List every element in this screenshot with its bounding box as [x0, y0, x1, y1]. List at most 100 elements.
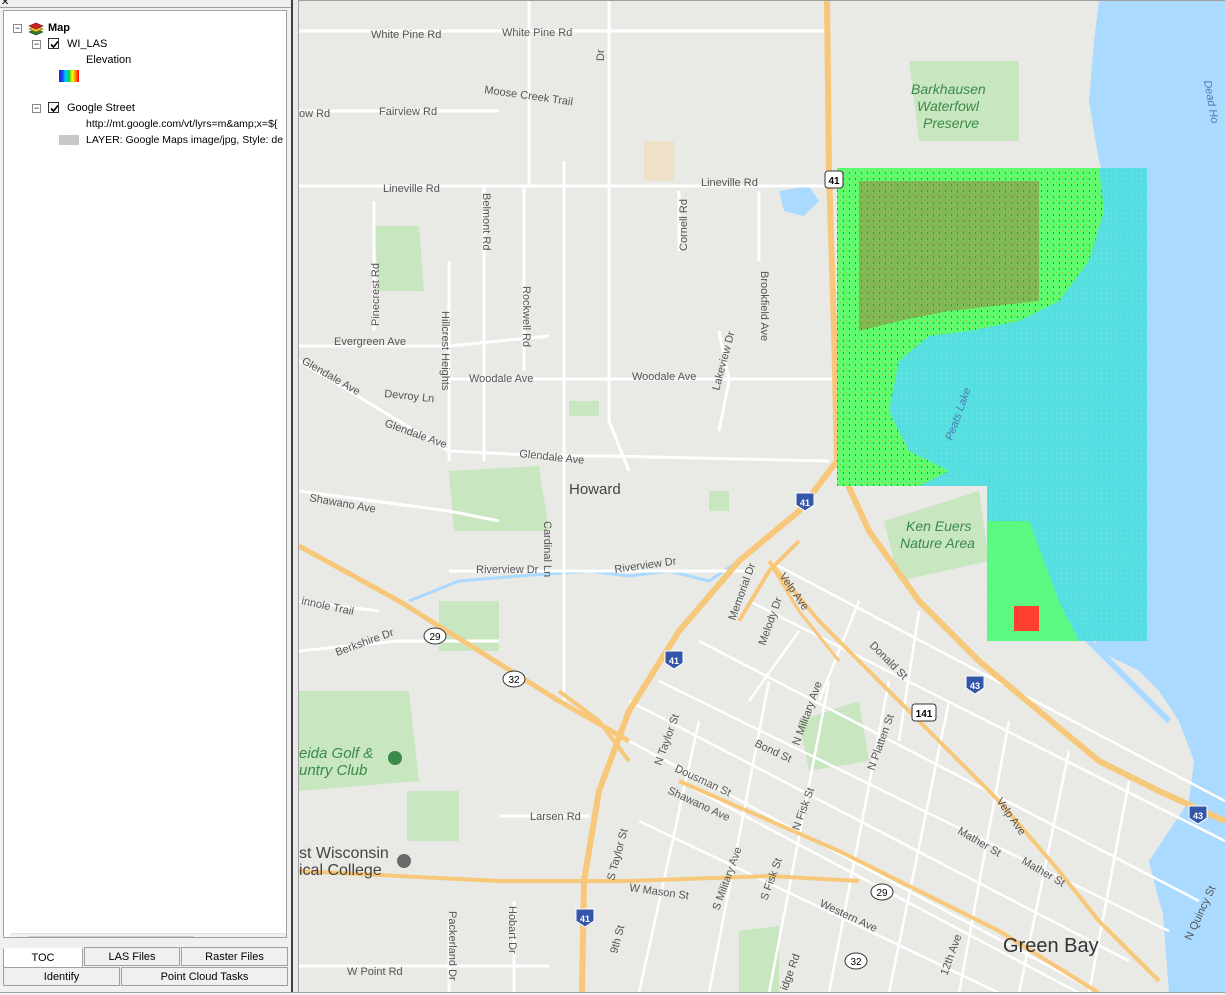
collapse-icon[interactable]: − — [13, 24, 22, 33]
park-label: Ken Euers — [906, 518, 971, 534]
scroll-right-icon[interactable]: › — [274, 934, 286, 937]
tab-point-cloud-tasks[interactable]: Point Cloud Tasks — [121, 967, 288, 986]
tab-identify[interactable]: Identify — [3, 967, 120, 986]
state-shield: 29 — [870, 883, 894, 901]
park-area — [739, 926, 779, 992]
street-label: Packerland Dr — [446, 911, 458, 981]
layer-url: http://mt.google.com/vt/lyrs=m&amp;x=${ — [86, 118, 278, 130]
svg-text:43: 43 — [1193, 811, 1203, 821]
place-label: ical College — [299, 862, 382, 879]
street-label: Woodale Ave — [632, 371, 696, 383]
svg-text:41: 41 — [800, 498, 810, 508]
street-label: Glendale Ave — [519, 448, 585, 467]
street-label: S Taylor St — [605, 827, 630, 881]
street-label: White Pine Rd — [502, 27, 572, 39]
street-label: Western Ave — [818, 898, 879, 935]
street-label: Pinecrest Rd — [370, 263, 382, 326]
street-label: Glendale Ave — [300, 355, 363, 398]
horizontal-scrollbar[interactable]: ‹ › — [10, 933, 286, 937]
street-label: Fairview Rd — [379, 106, 437, 118]
svg-text:41: 41 — [828, 176, 840, 187]
park-label: Waterfowl — [917, 98, 980, 114]
park-label: Nature Area — [900, 535, 975, 551]
elevation-color-ramp — [59, 70, 79, 82]
state-shield: 29 — [423, 627, 447, 645]
street-label: Cornell Rd — [678, 199, 690, 251]
tree-root-label[interactable]: Map — [48, 20, 70, 36]
panel-header: ✕ — [0, 0, 291, 8]
place-label: Howard — [569, 481, 621, 498]
street-label: N Taylor St — [653, 713, 683, 767]
street-label: Hobart Dr — [506, 906, 518, 954]
street-label: Larsen Rd — [530, 811, 581, 823]
layer-checkbox-wi-las[interactable] — [48, 38, 59, 49]
pond — [779, 186, 819, 216]
street-label: Glendale Ave — [383, 418, 448, 452]
interstate-shield: 41 — [575, 908, 595, 928]
street-label: ow Rd — [299, 108, 330, 120]
park-label: Barkhausen — [911, 81, 986, 97]
street-label: Lineville Rd — [701, 177, 758, 189]
street-label: White Pine Rd — [371, 29, 441, 41]
svg-text:32: 32 — [850, 957, 862, 968]
svg-text:141: 141 — [916, 709, 933, 720]
scroll-left-icon[interactable]: ‹ — [10, 934, 24, 937]
us-shield: 41 — [824, 170, 844, 189]
map-view[interactable]: 41 41 41 41 43 43 141 29 29 32 32 White … — [299, 0, 1225, 992]
street-label: 12th Ave — [939, 933, 965, 977]
interstate-shield: 43 — [965, 675, 985, 695]
street-label: Belmont Rd — [480, 193, 492, 250]
street-label: Evergreen Ave — [334, 336, 406, 348]
collapse-icon[interactable]: − — [32, 40, 41, 49]
las-elevation-overlay — [1014, 606, 1039, 631]
svg-text:41: 41 — [580, 914, 590, 924]
layer-checkbox-google-street[interactable] — [48, 102, 59, 113]
street-label: 9th St — [608, 924, 627, 955]
place-label: st Wisconsin — [299, 845, 389, 862]
street-label: Bond St — [753, 738, 794, 765]
park-label: untry Club — [299, 762, 367, 779]
park-area — [709, 491, 729, 511]
street-label: Rockwell Rd — [520, 286, 532, 347]
layer-description: LAYER: Google Maps image/jpg, Style: de — [86, 134, 284, 146]
park-area — [569, 401, 599, 416]
street-label: Woodale Ave — [469, 373, 533, 385]
map-layers-icon — [28, 22, 44, 39]
street-label: N Fisk St — [791, 786, 818, 832]
park-area — [449, 466, 549, 531]
svg-text:32: 32 — [508, 675, 520, 686]
layer-label-wi-las[interactable]: WI_LAS — [67, 36, 107, 52]
us-shield: 141 — [911, 703, 937, 722]
svg-text:41: 41 — [669, 656, 679, 666]
street-label: Lakeview Dr — [710, 330, 737, 392]
local-streets — [299, 1, 834, 992]
svg-text:43: 43 — [970, 681, 980, 691]
street-label: Devroy Ln — [384, 388, 435, 405]
tab-raster-files[interactable]: Raster Files — [181, 947, 288, 966]
park-label: eida Golf & — [299, 745, 373, 762]
tab-toc[interactable]: TOC — [3, 948, 83, 968]
golf-icon — [388, 751, 402, 765]
state-shield: 32 — [844, 952, 868, 970]
collapse-icon[interactable]: − — [32, 104, 41, 113]
toc-tree[interactable]: − Map − WI_LAS Elevation − Google Street… — [3, 10, 287, 938]
close-icon[interactable]: ✕ — [1, 0, 9, 8]
svg-text:29: 29 — [429, 632, 441, 643]
street-label: innole Trail — [300, 595, 355, 618]
street-label: Riverview Dr — [476, 564, 539, 576]
street-label: Melody Dr — [757, 596, 786, 648]
school-icon — [397, 854, 411, 868]
map-canvas[interactable]: 41 41 41 41 43 43 141 29 29 32 32 White … — [299, 1, 1225, 992]
panel-splitter[interactable] — [291, 0, 299, 995]
street-label: Lineville Rd — [383, 183, 440, 195]
river — [408, 559, 740, 603]
left-panel: ✕ − Map − WI_LAS Elevation − Google Stre… — [0, 0, 291, 995]
street-label: Mather St — [956, 825, 1003, 859]
interstate-shield: 41 — [664, 650, 684, 670]
park-label: Preserve — [923, 115, 979, 131]
scrollbar-thumb[interactable] — [28, 936, 194, 937]
layer-label-google-street[interactable]: Google Street — [67, 100, 135, 116]
svg-text:29: 29 — [876, 888, 888, 899]
tab-las-files[interactable]: LAS Files — [84, 947, 180, 966]
park-area — [407, 791, 459, 841]
